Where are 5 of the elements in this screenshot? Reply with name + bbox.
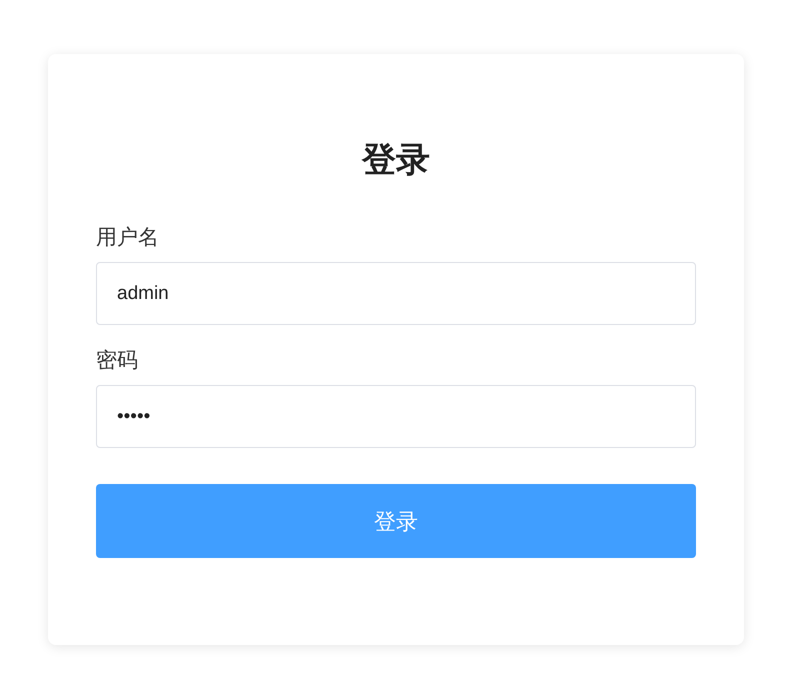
input-field[interactable]: ••••• bbox=[96, 385, 696, 448]
field-label: 密码 bbox=[96, 348, 138, 374]
input-field[interactable]: admin bbox=[96, 262, 696, 325]
login-title: 登录 bbox=[362, 140, 430, 181]
field-label: 用户名 bbox=[96, 225, 159, 251]
